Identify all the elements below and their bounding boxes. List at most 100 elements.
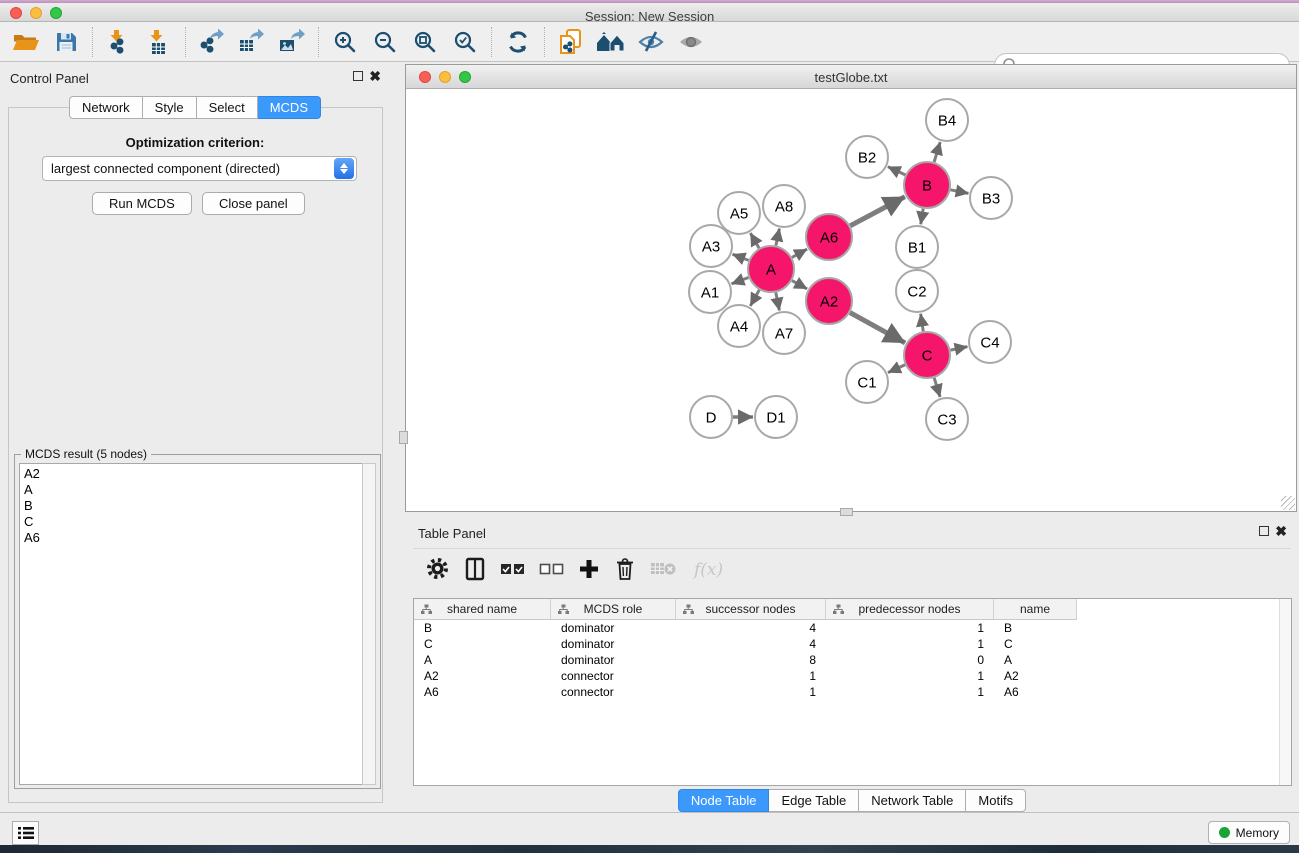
graph-node-B2[interactable]: B2: [846, 136, 888, 178]
mcds-result-item[interactable]: A2: [24, 466, 364, 482]
mcds-result-item[interactable]: A6: [24, 530, 364, 546]
duplicate-network-icon: [558, 28, 584, 56]
select-all-button[interactable]: [500, 562, 525, 576]
graph-node-A3[interactable]: A3: [690, 225, 732, 267]
select-value: largest connected component (directed): [43, 161, 334, 176]
column-type-icon: [558, 604, 569, 615]
network-window: testGlobe.txt B4 B2 B B3 A5 A8 A6 B1 A3 …: [405, 64, 1297, 512]
tab-network[interactable]: Network: [69, 96, 143, 119]
graph-node-C[interactable]: C: [904, 332, 950, 378]
tab-style[interactable]: Style: [143, 96, 197, 119]
bottom-splitter-grip[interactable]: [840, 508, 853, 516]
export-table-button[interactable]: [232, 26, 272, 58]
table-row[interactable]: Adominator80A: [414, 652, 1291, 668]
edge-C-C1: [888, 365, 905, 373]
mcds-result-item[interactable]: A: [24, 482, 364, 498]
function-button: f(x): [692, 556, 728, 582]
column-header-MCDS-role[interactable]: MCDS role: [551, 599, 676, 619]
tab-network-table[interactable]: Network Table: [859, 789, 966, 812]
mcds-result-scrollbar[interactable]: [362, 463, 376, 785]
tab-motifs[interactable]: Motifs: [966, 789, 1026, 812]
edge-A-A1: [732, 278, 749, 284]
add-button[interactable]: [578, 558, 600, 580]
node-table-header: shared name MCDS role successor nodes pr…: [414, 599, 1077, 620]
graph-node-C3[interactable]: C3: [926, 398, 968, 440]
hide-details-button[interactable]: [631, 26, 671, 58]
refresh-layout-button[interactable]: [498, 26, 538, 58]
import-table-button[interactable]: [139, 26, 179, 58]
control-panel-close-icon[interactable]: ✖: [369, 68, 381, 85]
graph-node-A5[interactable]: A5: [718, 192, 760, 234]
graph-node-B3[interactable]: B3: [970, 177, 1012, 219]
select-all-icon: [500, 562, 525, 576]
column-header-successor-nodes[interactable]: successor nodes: [676, 599, 826, 619]
memory-button[interactable]: Memory: [1208, 821, 1290, 844]
run-mcds-button[interactable]: Run MCDS: [92, 192, 192, 215]
zoom-out-button[interactable]: [365, 26, 405, 58]
mcds-result-item[interactable]: B: [24, 498, 364, 514]
tab-edge-table[interactable]: Edge Table: [769, 789, 859, 812]
svg-text:C1: C1: [857, 374, 876, 391]
zoom-selected-button[interactable]: [445, 26, 485, 58]
network-canvas[interactable]: B4 B2 B B3 A5 A8 A6 B1 A3 A A1 C2 A4: [406, 89, 1296, 510]
table-cell: A: [994, 652, 1077, 668]
table-row[interactable]: Bdominator41B: [414, 620, 1291, 636]
graph-node-C2[interactable]: C2: [896, 270, 938, 312]
home-layout-button[interactable]: [591, 26, 631, 58]
table-cell: 1: [826, 684, 994, 700]
main-titlebar: Session: New Session: [0, 3, 1299, 22]
open-folder-button[interactable]: [6, 26, 46, 58]
table-row[interactable]: A2connector11A2: [414, 668, 1291, 684]
table-panel-close-icon[interactable]: ✖: [1275, 523, 1287, 540]
graph-node-A4[interactable]: A4: [718, 305, 760, 347]
export-network-button[interactable]: [192, 26, 232, 58]
duplicate-network-button[interactable]: [551, 26, 591, 58]
save-session-button[interactable]: [46, 26, 86, 58]
gear-button[interactable]: [425, 556, 450, 581]
table-row[interactable]: Cdominator41C: [414, 636, 1291, 652]
close-panel-button[interactable]: Close panel: [202, 192, 305, 215]
graph-node-A1[interactable]: A1: [689, 271, 731, 313]
table-row[interactable]: A6connector11A6: [414, 684, 1291, 700]
import-network-icon: [106, 29, 132, 55]
deselect-all-button[interactable]: [539, 562, 564, 576]
trash-button[interactable]: [614, 557, 636, 581]
edge-A-A2: [792, 281, 807, 289]
network-resize-grip[interactable]: [1281, 496, 1295, 510]
import-network-button[interactable]: [99, 26, 139, 58]
graph-node-A8[interactable]: A8: [763, 185, 805, 227]
column-header-name[interactable]: name: [994, 599, 1077, 619]
task-history-button[interactable]: [12, 821, 39, 845]
tab-select[interactable]: Select: [197, 96, 258, 119]
graph-node-D1[interactable]: D1: [755, 396, 797, 438]
control-panel-float-icon[interactable]: [353, 70, 363, 84]
show-details-button[interactable]: [671, 26, 711, 58]
delete-table-button: [650, 559, 678, 579]
graph-node-A[interactable]: A: [748, 246, 794, 292]
graph-node-A7[interactable]: A7: [763, 312, 805, 354]
edge-C-C4: [951, 347, 968, 351]
graph-node-D[interactable]: D: [690, 396, 732, 438]
optimization-criterion-select[interactable]: largest connected component (directed): [42, 156, 357, 181]
column-header-shared-name[interactable]: shared name: [414, 599, 551, 619]
graph-node-B4[interactable]: B4: [926, 99, 968, 141]
zoom-in-button[interactable]: [325, 26, 365, 58]
graph-node-B[interactable]: B: [904, 162, 950, 208]
tab-mcds[interactable]: MCDS: [258, 96, 321, 119]
export-image-button[interactable]: [272, 26, 312, 58]
table-panel-float-icon[interactable]: [1259, 525, 1269, 539]
zoom-fit-button[interactable]: [405, 26, 445, 58]
graph-node-A6[interactable]: A6: [806, 214, 852, 260]
column-header-predecessor-nodes[interactable]: predecessor nodes: [826, 599, 994, 619]
graph-node-C4[interactable]: C4: [969, 321, 1011, 363]
columns-button[interactable]: [464, 557, 486, 581]
table-cell: 4: [676, 620, 826, 636]
mcds-result-item[interactable]: C: [24, 514, 364, 530]
graph-node-C1[interactable]: C1: [846, 361, 888, 403]
network-window-titlebar[interactable]: testGlobe.txt: [406, 65, 1296, 89]
graph-node-A2[interactable]: A2: [806, 278, 852, 324]
left-splitter-grip[interactable]: [399, 431, 408, 444]
node-table-scrollbar[interactable]: [1279, 599, 1291, 785]
graph-node-B1[interactable]: B1: [896, 226, 938, 268]
tab-node-table[interactable]: Node Table: [678, 789, 770, 812]
